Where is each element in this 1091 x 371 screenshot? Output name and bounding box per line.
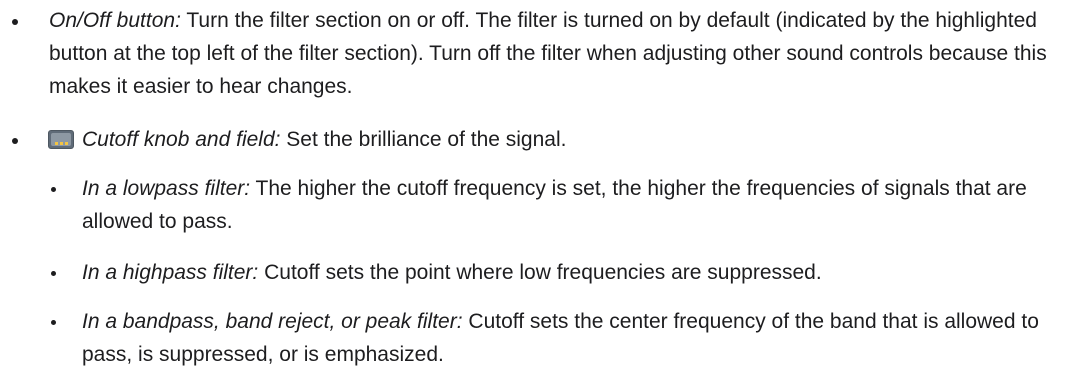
sub-list-item-lowpass: In a lowpass filter: The higher the cuto… xyxy=(51,172,1082,238)
list-item-on-off-button: On/Off button: Turn the filter section o… xyxy=(12,4,1084,103)
item-term: On/Off button: xyxy=(49,9,181,32)
item-term: Cutoff knob and field: xyxy=(82,128,281,151)
bullet xyxy=(12,138,18,144)
sub-item-term: In a lowpass filter: xyxy=(82,177,251,200)
sub-item-description: Cutoff sets the point where low frequenc… xyxy=(258,261,822,284)
sub-bullet xyxy=(51,271,56,276)
sub-bullet xyxy=(51,187,56,192)
cutoff-knob-icon xyxy=(48,130,74,149)
bullet xyxy=(12,19,18,25)
sub-list-item-highpass: In a highpass filter: Cutoff sets the po… xyxy=(51,256,1082,289)
list-item-cutoff-knob: Cutoff knob and field: Set the brillianc… xyxy=(12,123,1084,156)
document-body: On/Off button: Turn the filter section o… xyxy=(0,0,1091,367)
item-description: Set the brilliance of the signal. xyxy=(280,128,567,151)
sub-bullet xyxy=(51,320,56,325)
sub-item-term: In a bandpass, band reject, or peak filt… xyxy=(82,310,463,333)
item-description: Turn the filter section on or off. The f… xyxy=(49,9,1047,98)
sub-item-term: In a highpass filter: xyxy=(82,261,259,284)
sub-list-item-bandpass: In a bandpass, band reject, or peak filt… xyxy=(51,305,1082,371)
